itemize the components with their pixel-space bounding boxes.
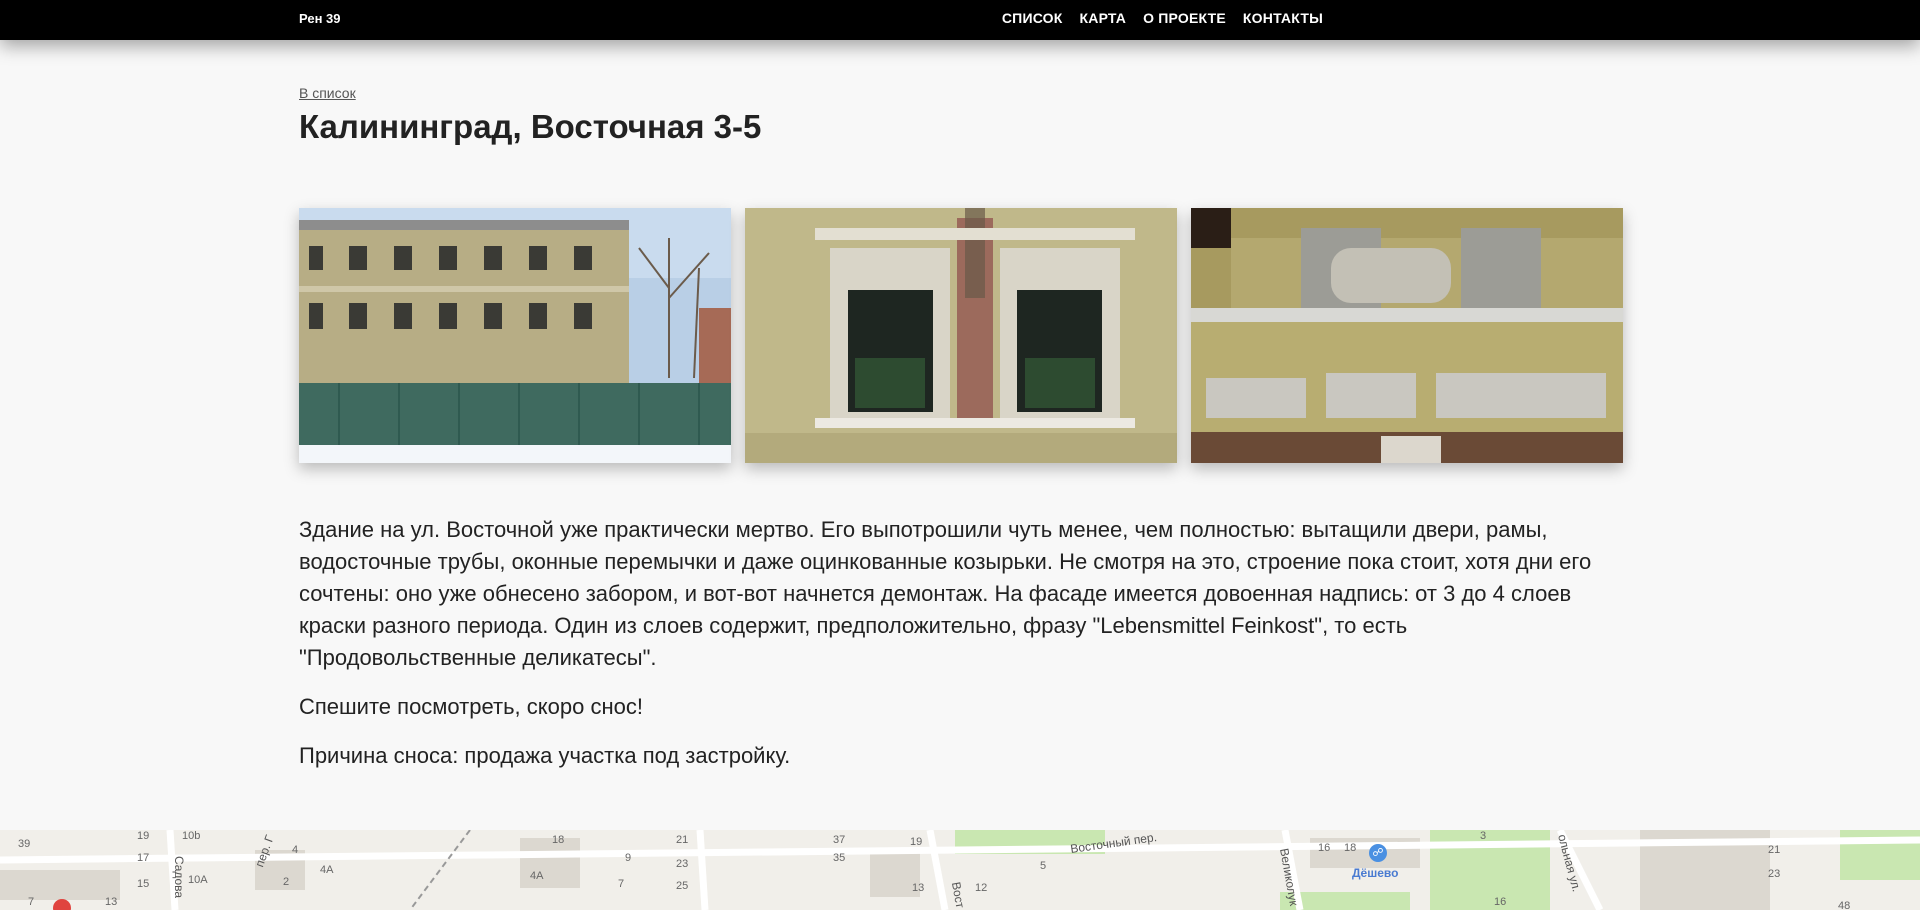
map-house-number: 4А [320,864,334,876]
map-house-number: 19 [910,836,923,848]
page-title: Калининград, Восточная 3-5 [299,108,762,145]
nav-link-contacts[interactable]: КОНТАКТЫ [1243,10,1323,26]
map-house-number: 16 [1494,896,1507,908]
building-facade-image [299,208,731,463]
map-house-number: 23 [1768,868,1781,880]
map-poi-label[interactable]: Дёшево [1352,866,1398,880]
map-house-number: 19 [137,830,150,842]
description-paragraph: Спешите посмотреть, скоро снос! [299,694,643,719]
map-house-number: 21 [1768,844,1781,856]
map-house-number: 4А [530,870,544,882]
map-house-number: 18 [552,834,565,846]
brand-logo[interactable]: Рен 39 [299,11,341,26]
map-house-number: 3 [1480,830,1487,842]
map-house-number: 12 [975,882,988,894]
map-house-number: 39 [18,838,31,850]
map-house-number: 16 [1318,842,1331,854]
nav-links: СПИСОК КАРТА О ПРОЕКТЕ КОНТАКТЫ [1002,10,1323,26]
map-house-number: 23 [676,858,689,870]
map-house-number: 37 [833,834,846,846]
map-house-number: 4 [292,844,299,856]
map-house-number: 15 [137,878,150,890]
map-house-number: 10b [182,830,201,842]
shopping-basket-icon[interactable]: ☍ [1369,844,1387,862]
map-house-number: 25 [676,880,689,892]
description-paragraph: Причина сноса: продажа участка под застр… [299,743,791,768]
description: Здание на ул. Восточной уже практически … [299,514,1629,789]
gallery-photo[interactable] [1191,208,1623,463]
photo-gallery [299,208,1623,463]
map-street-label: Садова [172,855,187,899]
map-house-number: 13 [912,882,925,894]
location-map[interactable]: Восточный пер. пер. Г Садова Великолук В… [0,830,1920,910]
nav-link-list[interactable]: СПИСОК [1002,10,1063,26]
map-house-number: 2 [283,876,290,888]
map-house-number: 18 [1344,842,1357,854]
map-house-number: 21 [676,834,689,846]
nav-link-about[interactable]: О ПРОЕКТЕ [1143,10,1226,26]
nav-link-map[interactable]: КАРТА [1080,10,1127,26]
facade-inscription-image [1191,208,1623,463]
map-house-number: 7 [618,878,625,890]
map-house-number: 35 [833,852,846,864]
back-to-list-link[interactable]: В список [299,85,356,101]
map-house-number: 10А [188,874,208,886]
map-house-number: 9 [625,852,632,864]
broken-windows-image [745,208,1177,463]
top-navbar: Рен 39 СПИСОК КАРТА О ПРОЕКТЕ КОНТАКТЫ [0,0,1920,40]
map-house-number: 5 [1040,860,1047,872]
gallery-photo[interactable] [299,208,731,463]
description-paragraph: Здание на ул. Восточной уже практически … [299,517,1592,670]
map-house-number: 7 [28,896,35,908]
map-house-number: 48 [1838,900,1851,910]
gallery-photo[interactable] [745,208,1177,463]
map-house-number: 13 [105,896,118,908]
map-house-number: 17 [137,852,150,864]
